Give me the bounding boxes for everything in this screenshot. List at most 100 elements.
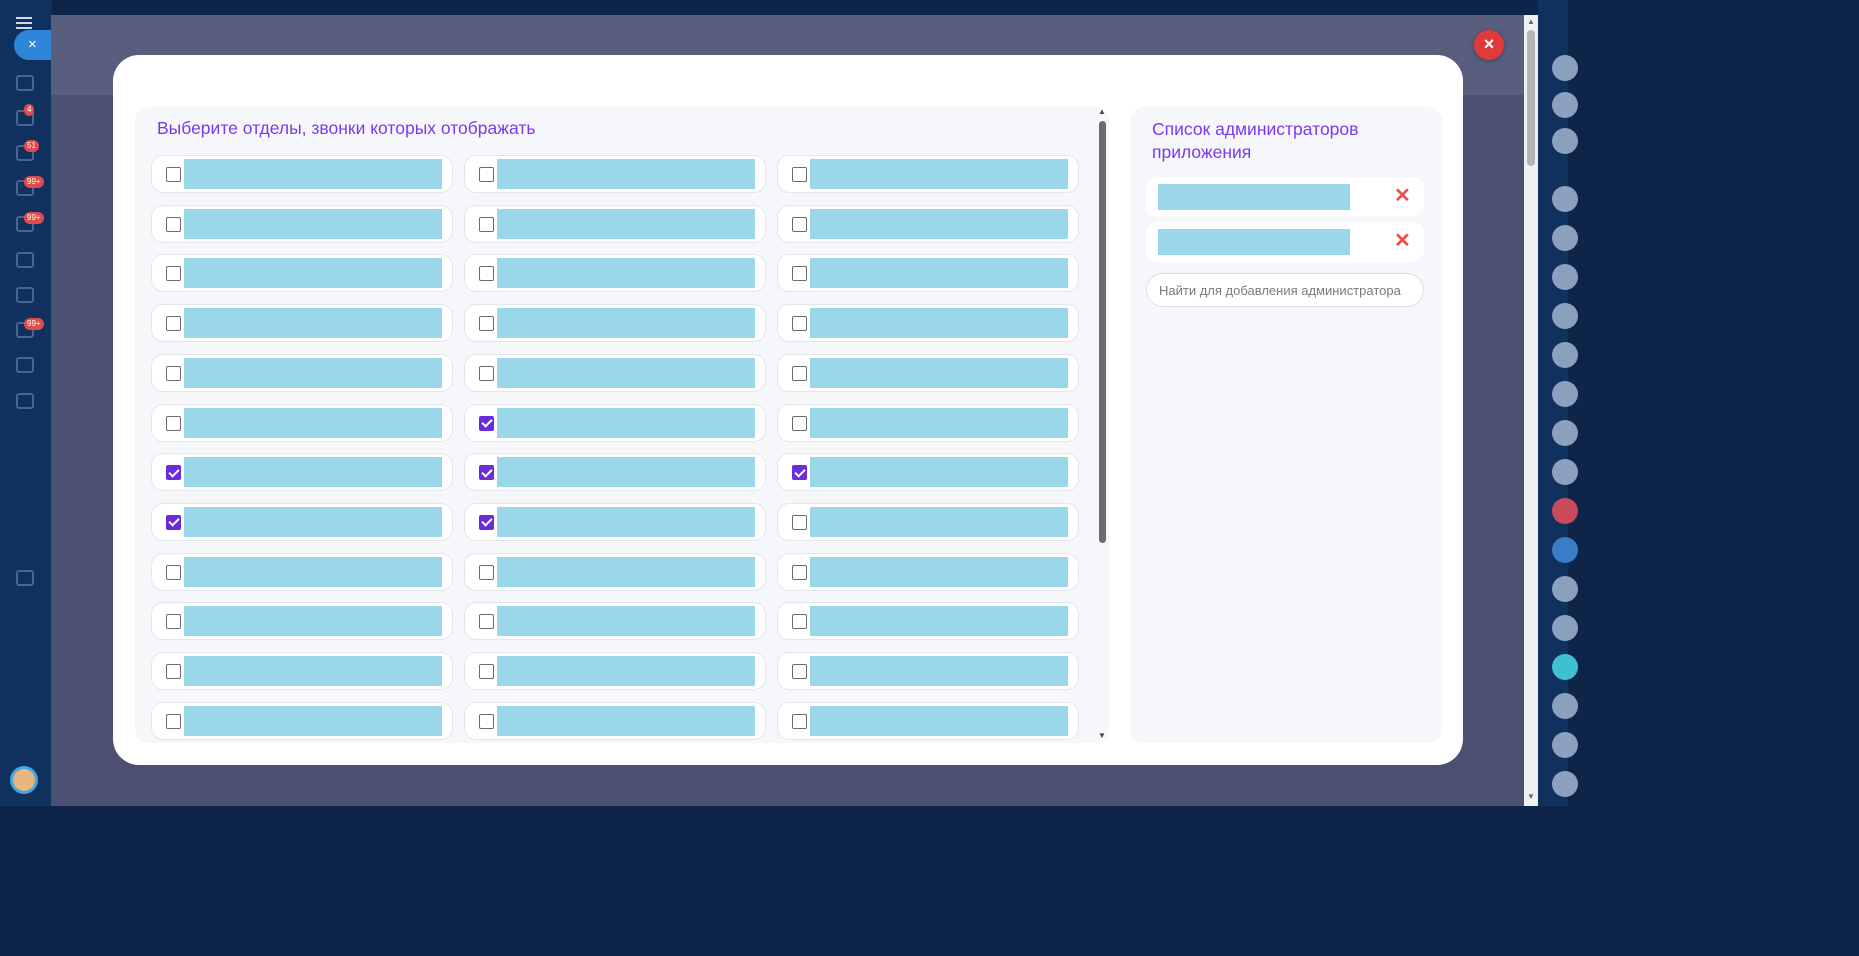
department-checkbox[interactable]: [479, 365, 494, 381]
department-item[interactable]: [777, 403, 1079, 442]
department-checkbox[interactable]: [166, 465, 181, 481]
avatar[interactable]: [1552, 693, 1578, 719]
avatar[interactable]: [1552, 576, 1578, 602]
avatar[interactable]: [1552, 342, 1578, 368]
avatar[interactable]: [1552, 186, 1578, 212]
department-checkbox[interactable]: [479, 415, 494, 431]
analytics-icon[interactable]: [16, 570, 34, 586]
department-checkbox[interactable]: [792, 614, 807, 630]
remove-admin-button[interactable]: ✕: [1394, 186, 1411, 206]
department-item[interactable]: [777, 304, 1079, 343]
department-checkbox[interactable]: [479, 514, 494, 530]
department-item[interactable]: [464, 701, 766, 740]
mail-icon[interactable]: [16, 252, 34, 268]
department-checkbox[interactable]: [479, 664, 494, 679]
department-item[interactable]: [777, 453, 1079, 492]
scroll-down-icon[interactable]: ▼: [1527, 792, 1535, 801]
avatar[interactable]: [1552, 303, 1578, 329]
department-checkbox[interactable]: [166, 316, 181, 332]
department-item[interactable]: [151, 552, 453, 591]
department-checkbox[interactable]: [166, 514, 181, 530]
department-item[interactable]: [777, 353, 1079, 392]
scroll-down-icon[interactable]: ▼: [1098, 731, 1106, 740]
department-checkbox[interactable]: [792, 664, 807, 679]
department-checkbox[interactable]: [166, 564, 181, 580]
department-checkbox[interactable]: [479, 713, 494, 729]
department-item[interactable]: [464, 353, 766, 392]
scroll-up-icon[interactable]: ▲: [1098, 107, 1106, 116]
avatar[interactable]: [1552, 771, 1578, 797]
department-item[interactable]: [464, 602, 766, 641]
department-checkbox[interactable]: [166, 713, 181, 729]
department-item[interactable]: [464, 552, 766, 591]
department-item[interactable]: [777, 552, 1079, 591]
department-checkbox[interactable]: [166, 167, 181, 182]
department-checkbox[interactable]: [479, 614, 494, 630]
department-checkbox[interactable]: [479, 216, 494, 232]
department-checkbox[interactable]: [792, 167, 807, 182]
user-avatar[interactable]: [10, 766, 38, 794]
department-checkbox[interactable]: [792, 316, 807, 332]
department-checkbox[interactable]: [792, 514, 807, 530]
department-item[interactable]: [151, 453, 453, 492]
avatar[interactable]: [1552, 264, 1578, 290]
department-checkbox[interactable]: [792, 713, 807, 729]
department-checkbox[interactable]: [792, 365, 807, 381]
department-checkbox[interactable]: [166, 415, 181, 431]
department-checkbox[interactable]: [479, 167, 494, 182]
avatar[interactable]: [1552, 420, 1578, 446]
chat-icon[interactable]: [1552, 128, 1578, 154]
department-checkbox[interactable]: [792, 564, 807, 580]
close-sidebar-button[interactable]: ×: [14, 30, 52, 60]
department-item[interactable]: [151, 254, 453, 293]
department-checkbox[interactable]: [792, 266, 807, 282]
department-item[interactable]: [777, 652, 1079, 690]
page-scrollbar[interactable]: ▲ ▼: [1524, 15, 1538, 806]
home-icon[interactable]: [16, 75, 34, 91]
department-checkbox[interactable]: [792, 216, 807, 232]
department-checkbox[interactable]: [166, 365, 181, 381]
groups-icon[interactable]: [16, 393, 34, 409]
department-item[interactable]: [464, 304, 766, 343]
department-item[interactable]: [151, 155, 453, 193]
contacts-icon[interactable]: [16, 357, 34, 373]
department-item[interactable]: [151, 502, 453, 541]
avatar[interactable]: [1552, 615, 1578, 641]
department-item[interactable]: [777, 502, 1079, 541]
department-checkbox[interactable]: [479, 316, 494, 332]
department-checkbox[interactable]: [166, 614, 181, 630]
department-checkbox[interactable]: [166, 664, 181, 679]
department-checkbox[interactable]: [166, 216, 181, 232]
admin-search-input[interactable]: [1146, 273, 1424, 307]
department-checkbox[interactable]: [479, 564, 494, 580]
avatar[interactable]: [1552, 459, 1578, 485]
department-item[interactable]: [464, 502, 766, 541]
department-checkbox[interactable]: [792, 465, 807, 481]
remove-admin-button[interactable]: ✕: [1394, 231, 1411, 251]
department-item[interactable]: [151, 204, 453, 243]
avatar[interactable]: [1552, 498, 1578, 524]
avatar[interactable]: [1552, 537, 1578, 563]
page-scrollbar-thumb[interactable]: [1527, 30, 1535, 166]
avatar[interactable]: [1552, 654, 1578, 680]
department-item[interactable]: [777, 155, 1079, 193]
departments-scrollbar[interactable]: ▲ ▼: [1097, 107, 1109, 743]
department-checkbox[interactable]: [479, 266, 494, 282]
modal-close-button[interactable]: ×: [1474, 30, 1504, 60]
department-item[interactable]: [777, 254, 1079, 293]
department-item[interactable]: [464, 204, 766, 243]
department-item[interactable]: [777, 204, 1079, 243]
department-item[interactable]: [777, 701, 1079, 740]
department-item[interactable]: [151, 304, 453, 343]
avatar[interactable]: [1552, 732, 1578, 758]
department-item[interactable]: [464, 155, 766, 193]
scroll-up-icon[interactable]: ▲: [1527, 17, 1535, 26]
department-item[interactable]: [464, 403, 766, 442]
department-item[interactable]: [151, 602, 453, 641]
department-item[interactable]: [464, 453, 766, 492]
department-item[interactable]: [151, 701, 453, 740]
menu-icon[interactable]: [16, 17, 32, 29]
calendar-icon[interactable]: [16, 287, 34, 303]
department-checkbox[interactable]: [479, 465, 494, 481]
settings-icon[interactable]: [1552, 92, 1578, 118]
